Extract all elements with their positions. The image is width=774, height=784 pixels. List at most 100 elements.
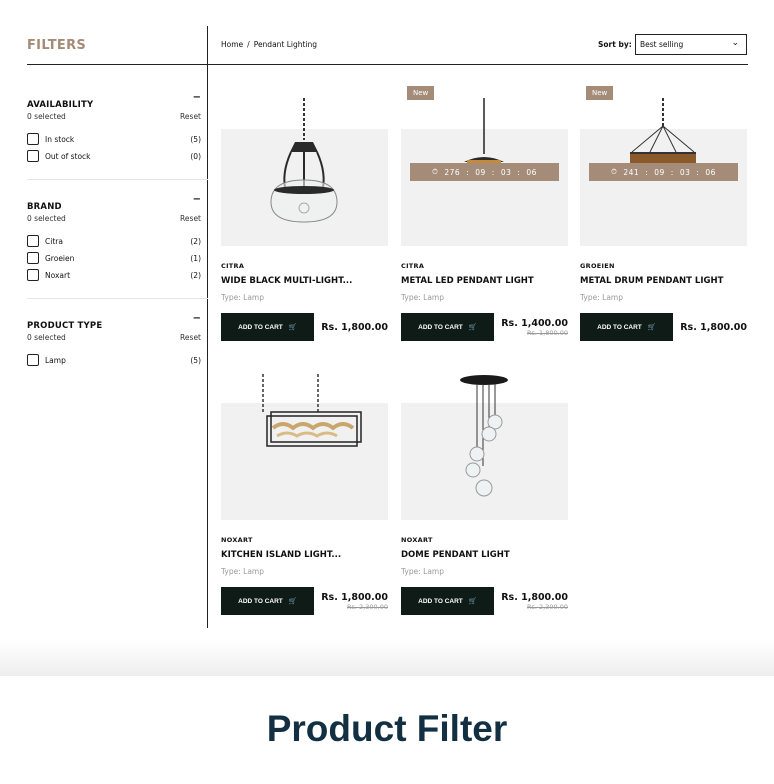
add-to-cart-button[interactable]: ADD TO CART 🛒 (401, 587, 494, 615)
filter-option-label: Citra (45, 236, 63, 246)
product-brand: CITRA (221, 262, 245, 270)
add-to-cart-label: ADD TO CART (418, 323, 463, 331)
add-to-cart-button[interactable]: ADD TO CART 🛒 (221, 313, 314, 341)
checkbox[interactable] (27, 269, 39, 281)
filter-option-count: (1) (190, 254, 201, 263)
add-to-cart-label: ADD TO CART (597, 323, 642, 331)
filter-option-count: (0) (190, 152, 201, 161)
filter-option-groeien[interactable]: Groeien (1) (27, 251, 201, 265)
filter-divider (27, 298, 208, 299)
product-brand: NOXART (221, 536, 253, 544)
checkbox[interactable] (27, 354, 39, 366)
product-title[interactable]: DOME PENDANT LIGHT (401, 550, 510, 560)
sort-label: Sort by: (598, 40, 632, 49)
filter-group-title: PRODUCT TYPE (27, 321, 103, 331)
stopwatch-icon: ⏱ (611, 167, 618, 176)
breadcrumb-home-link[interactable]: Home (221, 40, 243, 49)
product-image[interactable] (580, 98, 747, 246)
add-to-cart-label: ADD TO CART (418, 597, 463, 605)
filter-option-label: In stock (45, 134, 75, 144)
countdown-timer: ⏱ 241 : 09 : 03 : 06 (589, 163, 738, 181)
timer-days: 276 (444, 167, 461, 177)
new-badge: New (586, 86, 614, 100)
breadcrumb: Home / Pendant Lighting (221, 40, 317, 49)
product-listing-page: FILTERS AVAILABILITY − 0 selected Reset … (0, 0, 774, 640)
dome-pendant-image (460, 375, 508, 497)
product-title[interactable]: WIDE BLACK MULTI-LIGHT... (221, 276, 352, 286)
add-to-cart-button[interactable]: ADD TO CART 🛒 (221, 587, 314, 615)
timer-days: 241 (623, 167, 640, 177)
product-title[interactable]: METAL LED PENDANT LIGHT (401, 276, 534, 286)
collapse-icon[interactable]: − (193, 313, 201, 324)
timer-seconds: 06 (526, 167, 537, 177)
checkbox[interactable] (27, 133, 39, 145)
checkbox[interactable] (27, 235, 39, 247)
filter-option-label: Out of stock (45, 151, 91, 161)
price-box: Rs. 1,800.00 (321, 318, 388, 333)
timer-minutes: 03 (679, 167, 691, 177)
breadcrumb-separator: / (247, 40, 250, 49)
compare-at-price: Rs. 2,300.00 (347, 603, 388, 611)
sort-select[interactable]: Best selling ⌄ (635, 34, 747, 55)
filter-group-brand: BRAND − 0 selected Reset Citra (2) Groei… (27, 194, 201, 282)
sort-value: Best selling (640, 40, 684, 49)
cart-icon: 🛒 (288, 598, 297, 605)
caption-title: Product Filter (266, 708, 508, 749)
reset-link[interactable]: Reset (180, 112, 201, 121)
countdown-timer: ⏱ 276 : 09 : 03 : 06 (410, 163, 559, 181)
collapse-icon[interactable]: − (193, 92, 201, 103)
filter-option-label: Lamp (45, 355, 66, 365)
product-price: Rs. 1,400.00 (501, 318, 568, 329)
add-to-cart-button[interactable]: ADD TO CART 🛒 (401, 313, 494, 341)
add-to-cart-button[interactable]: ADD TO CART 🛒 (580, 313, 673, 341)
reset-link[interactable]: Reset (180, 214, 201, 223)
product-brand: GROEIEN (580, 262, 615, 270)
product-image[interactable] (221, 374, 388, 520)
filter-option-citra[interactable]: Citra (2) (27, 234, 201, 248)
product-price: Rs. 1,800.00 (680, 322, 747, 333)
pendant-lamp-image (270, 98, 338, 223)
timer-seconds: 06 (705, 167, 716, 177)
product-price: Rs. 1,800.00 (321, 592, 388, 603)
new-badge: New (407, 86, 435, 100)
cart-icon: 🛒 (468, 598, 477, 605)
filter-divider (27, 179, 208, 180)
product-title[interactable]: KITCHEN ISLAND LIGHT... (221, 550, 341, 560)
filter-group-availability: AVAILABILITY − 0 selected Reset In stock… (27, 92, 201, 163)
filter-option-label: Groeien (45, 253, 75, 263)
product-price: Rs. 1,800.00 (321, 322, 388, 333)
filter-option-lamp[interactable]: Lamp (5) (27, 353, 201, 367)
filter-option-noxart[interactable]: Noxart (2) (27, 268, 201, 282)
product-image[interactable] (401, 98, 568, 246)
product-image[interactable] (401, 375, 568, 520)
kitchen-island-image (262, 374, 362, 447)
checkbox[interactable] (27, 150, 39, 162)
cart-icon: 🛒 (468, 324, 477, 331)
checkbox[interactable] (27, 252, 39, 264)
product-type: Type: Lamp (401, 567, 444, 576)
product-type: Type: Lamp (401, 293, 444, 302)
collapse-icon[interactable]: − (193, 194, 201, 205)
filter-option-count: (5) (190, 135, 201, 144)
filter-option-count: (2) (190, 237, 201, 246)
timer-minutes: 03 (500, 167, 512, 177)
price-box: Rs. 1,800.00 Rs. 2,300.00 (321, 592, 388, 611)
selected-count: 0 selected (27, 214, 66, 223)
filter-group-title: BRAND (27, 202, 62, 212)
caption-area: Product Filter (0, 676, 774, 784)
product-price: Rs. 1,800.00 (501, 592, 568, 603)
filter-option-label: Noxart (45, 270, 71, 280)
cart-icon: 🛒 (647, 324, 656, 331)
filter-option-in-stock[interactable]: In stock (5) (27, 132, 201, 146)
reset-link[interactable]: Reset (180, 333, 201, 342)
product-image[interactable] (221, 98, 388, 246)
filter-option-out-of-stock[interactable]: Out of stock (0) (27, 149, 201, 163)
price-box: Rs. 1,800.00 Rs. 2,300.00 (501, 592, 568, 611)
filter-group-product-type: PRODUCT TYPE − 0 selected Reset Lamp (5) (27, 313, 201, 367)
price-box: Rs. 1,800.00 (680, 318, 747, 333)
product-brand: NOXART (401, 536, 433, 544)
filters-title: FILTERS (27, 38, 87, 53)
product-title[interactable]: METAL DRUM PENDANT LIGHT (580, 276, 723, 286)
filter-group-title: AVAILABILITY (27, 100, 94, 110)
product-type: Type: Lamp (221, 293, 264, 302)
